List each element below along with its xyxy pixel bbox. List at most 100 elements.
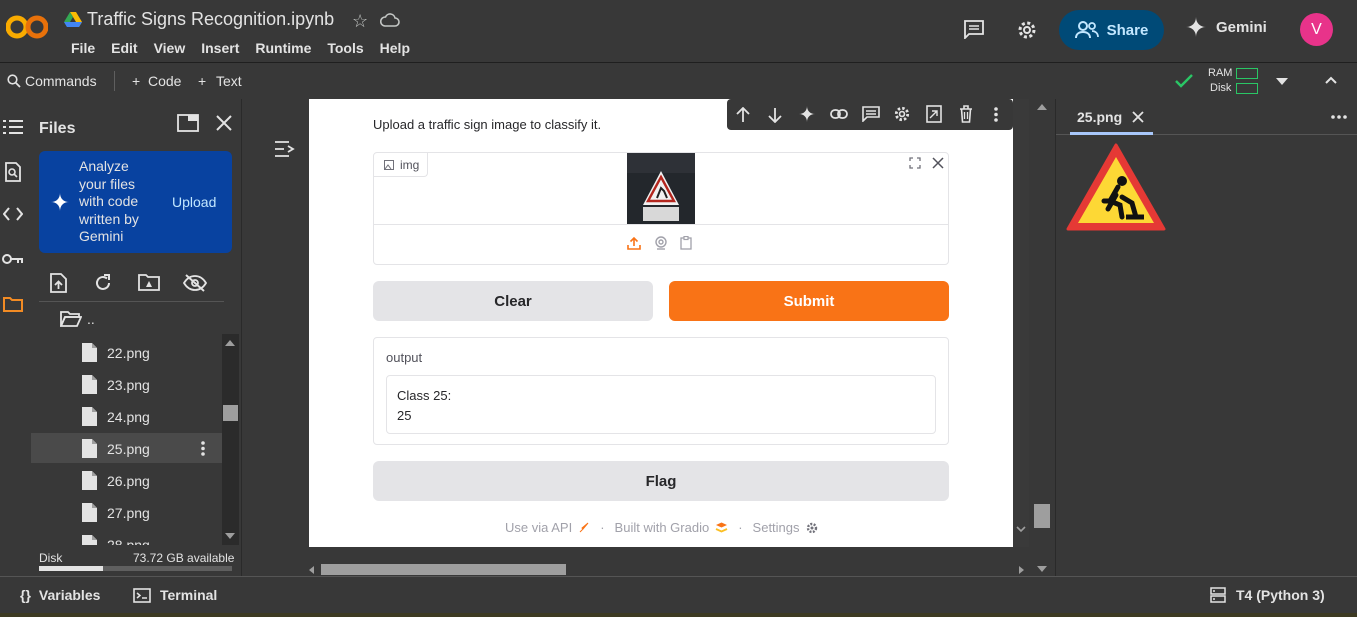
more-horiz-icon[interactable] [1331, 115, 1347, 119]
comment-icon[interactable] [963, 19, 985, 39]
settings-link[interactable]: Settings [753, 520, 800, 535]
scroll-down-arrow[interactable] [225, 533, 235, 539]
scroll-left-arrow[interactable] [309, 566, 314, 574]
collapse-chevron-up-icon[interactable] [1325, 76, 1337, 84]
output-textbox[interactable]: Class 25: 25 [386, 375, 936, 434]
horizontal-scroll-thumb[interactable] [321, 564, 566, 575]
code-snippets-icon[interactable] [3, 207, 23, 221]
file-item-24[interactable]: 24.png [31, 401, 222, 431]
upload-source-icon[interactable] [627, 236, 641, 250]
comment-icon[interactable] [862, 106, 880, 122]
upload-file-icon[interactable] [50, 273, 67, 293]
cloud-icon[interactable] [380, 12, 400, 28]
link-icon[interactable] [830, 108, 848, 120]
file-item-26[interactable]: 26.png [31, 465, 222, 495]
scroll-down-arrow[interactable] [1037, 566, 1047, 572]
drive-icon [64, 12, 82, 28]
fullscreen-icon[interactable] [909, 157, 921, 169]
file-item-27[interactable]: 27.png [31, 497, 222, 527]
flag-button[interactable]: Flag [373, 461, 949, 501]
disk-usage-bar [39, 566, 232, 571]
refresh-icon[interactable] [94, 274, 112, 292]
scroll-thumb[interactable] [1034, 504, 1050, 528]
variables-button[interactable]: {} Variables [20, 587, 100, 603]
scroll-up-arrow[interactable] [1037, 104, 1047, 110]
scroll-up-arrow[interactable] [225, 340, 235, 346]
notebook-scrollbar[interactable] [1029, 99, 1055, 576]
gradio-description: Upload a traffic sign image to classify … [373, 117, 602, 132]
file-item-22[interactable]: 22.png [31, 337, 222, 367]
clipboard-source-icon[interactable] [680, 236, 692, 250]
webcam-source-icon[interactable] [654, 236, 668, 250]
mount-drive-icon[interactable] [138, 273, 160, 291]
gear-icon [806, 522, 817, 533]
clear-image-close-icon[interactable] [932, 157, 944, 169]
move-cell-up-icon[interactable] [736, 107, 750, 123]
sparkle-icon [51, 193, 69, 211]
clear-button[interactable]: Clear [373, 281, 653, 321]
notebook-toolbar: Commands + Code + Text RAM Disk [0, 62, 1357, 99]
more-vert-icon[interactable] [994, 107, 998, 122]
share-button[interactable]: Share [1059, 10, 1164, 50]
image-input[interactable]: img [373, 152, 949, 265]
horizontal-scrollbar[interactable] [305, 547, 1029, 576]
scroll-down-chevron-icon[interactable] [1015, 523, 1027, 543]
move-cell-down-icon[interactable] [768, 107, 782, 123]
ram-meter [1236, 68, 1258, 79]
uploaded-sign-thumbnail [627, 153, 695, 224]
star-icon[interactable]: ☆ [352, 11, 368, 32]
add-code-button[interactable]: Code [148, 73, 181, 89]
close-tab-icon[interactable] [1132, 111, 1144, 123]
menu-insert[interactable]: Insert [193, 40, 247, 56]
files-pane: Files Analyze your files with code writt… [31, 99, 241, 576]
avatar[interactable]: V [1300, 13, 1333, 46]
tab-25-png[interactable]: 25.png [1070, 99, 1153, 135]
runtime-status[interactable]: T4 (Python 3) [1210, 587, 1325, 603]
resources-dropdown-icon[interactable] [1276, 78, 1288, 85]
gemini-button[interactable]: Gemini [1186, 17, 1267, 37]
settings-gear-icon[interactable] [1016, 19, 1038, 41]
commands-button[interactable]: Commands [25, 73, 97, 89]
submit-button[interactable]: Submit [669, 281, 949, 321]
scroll-right-arrow[interactable] [1019, 566, 1024, 574]
mirror-cell-icon[interactable] [926, 105, 942, 123]
files-folder-icon[interactable] [3, 296, 23, 312]
gemini-analyze-card[interactable]: Analyze your files with code written by … [39, 151, 232, 253]
files-title: Files [39, 120, 76, 137]
menu-help[interactable]: Help [372, 40, 418, 56]
output-scrollbar[interactable] [1013, 99, 1029, 547]
gemini-sparkle-icon[interactable] [799, 106, 815, 122]
hide-files-eye-icon[interactable] [183, 274, 207, 292]
terminal-button[interactable]: Terminal [133, 587, 217, 603]
add-text-button[interactable]: Text [216, 73, 242, 89]
delete-trash-icon[interactable] [959, 105, 973, 123]
file-item-28[interactable]: 28.png [31, 529, 222, 545]
output-line-value: 25 [397, 408, 412, 423]
colab-logo[interactable] [6, 13, 48, 41]
parent-directory[interactable]: .. [87, 311, 95, 327]
close-files-icon[interactable] [216, 115, 232, 131]
cell-settings-gear-icon[interactable] [893, 105, 911, 123]
menu-view[interactable]: View [146, 40, 194, 56]
file-item-23[interactable]: 23.png [31, 369, 222, 399]
output-actions-icon[interactable] [274, 139, 296, 159]
more-vert-icon[interactable] [201, 441, 205, 456]
built-with-gradio-link[interactable]: Built with Gradio [615, 520, 710, 535]
file-icon [82, 439, 97, 458]
find-replace-icon[interactable] [4, 162, 22, 182]
file-icon [82, 503, 97, 522]
secrets-key-icon[interactable] [2, 253, 24, 265]
upload-link[interactable]: Upload [172, 194, 216, 210]
file-list-scrollbar[interactable] [222, 334, 239, 545]
open-in-tab-icon[interactable] [177, 114, 199, 132]
menu-tools[interactable]: Tools [319, 40, 371, 56]
menu-runtime[interactable]: Runtime [247, 40, 319, 56]
file-item-25-selected[interactable]: 25.png [31, 433, 222, 463]
scroll-thumb[interactable] [223, 405, 238, 421]
table-of-contents-icon[interactable] [3, 119, 23, 135]
notebook-title[interactable]: Traffic Signs Recognition.ipynb [87, 9, 334, 30]
file-name: 22.png [107, 345, 150, 361]
menu-edit[interactable]: Edit [103, 40, 145, 56]
menu-file[interactable]: File [63, 40, 103, 56]
use-via-api-link[interactable]: Use via API [505, 520, 572, 535]
